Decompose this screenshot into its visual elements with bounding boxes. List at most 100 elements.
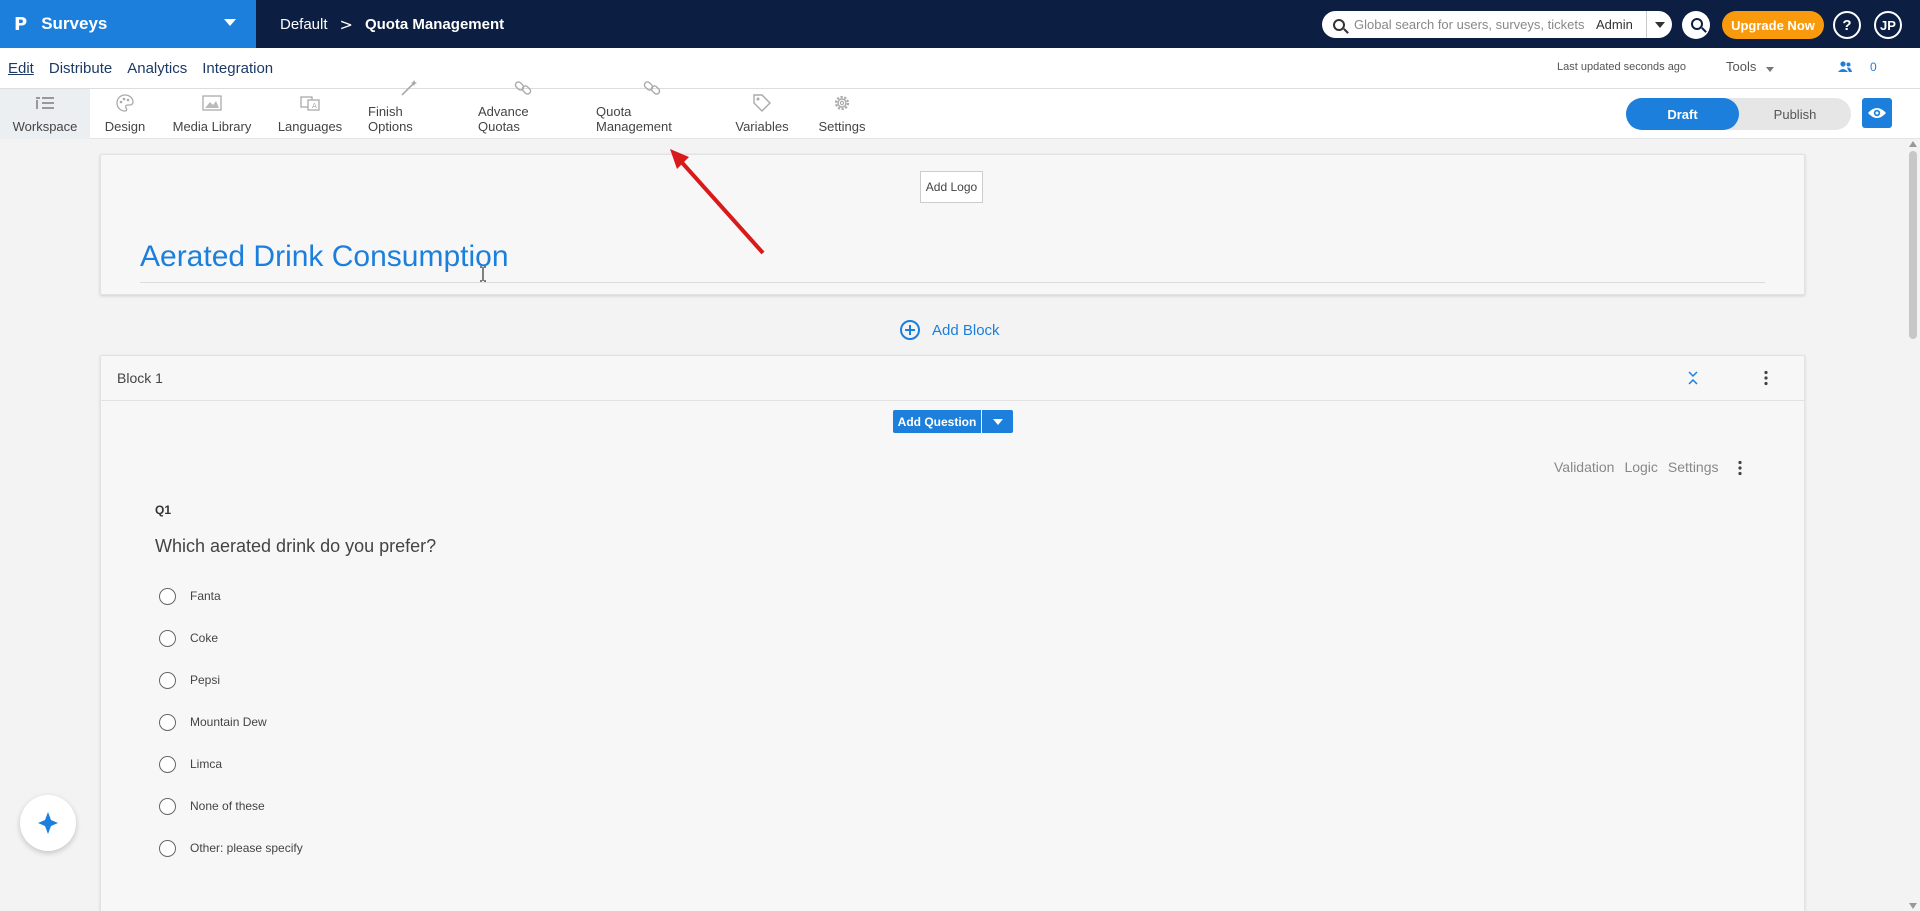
tool-advance-quotas[interactable]: Advance Quotas [478, 81, 568, 139]
nav-edit[interactable]: Edit [8, 60, 34, 77]
tools-menu[interactable]: Tools [1726, 59, 1756, 74]
radio-button[interactable] [159, 839, 176, 857]
option-label[interactable]: Mountain Dew [190, 715, 267, 729]
radio-button[interactable] [159, 713, 176, 731]
nav-analytics[interactable]: Analytics [127, 60, 187, 77]
tool-settings[interactable]: Settings [816, 89, 868, 139]
ai-assistant-button[interactable] [20, 795, 76, 851]
global-search: Global search for users, surveys, ticket… [1322, 11, 1672, 38]
option-label[interactable]: Pepsi [190, 673, 220, 687]
radio-button[interactable] [159, 587, 176, 605]
tool-label: Design [104, 119, 146, 134]
list-item: Limca [159, 743, 303, 785]
list-item: Fanta [159, 575, 303, 617]
scroll-up-arrow-icon[interactable] [1909, 141, 1917, 147]
eye-icon [1868, 108, 1886, 118]
scrollbar-thumb[interactable] [1909, 151, 1917, 339]
sub-navigation: Edit Distribute Analytics Integration La… [0, 48, 1920, 89]
plus-circle-icon [900, 320, 920, 340]
list-item: Mountain Dew [159, 701, 303, 743]
breadcrumb: Default > Quota Management [280, 0, 504, 48]
chevron-down-icon [1766, 67, 1774, 72]
avatar[interactable]: JP [1874, 11, 1902, 39]
radio-button[interactable] [159, 671, 176, 689]
product-switcher[interactable]: P Surveys [0, 0, 256, 48]
option-label[interactable]: Coke [190, 631, 218, 645]
upgrade-button[interactable]: Upgrade Now [1722, 11, 1824, 39]
validation-link[interactable]: Validation [1554, 459, 1614, 475]
add-question-split-button: Add Question [893, 410, 1013, 433]
add-question-dropdown[interactable] [982, 410, 1013, 433]
option-label[interactable]: Other: please specify [190, 841, 303, 855]
search-scope-dropdown[interactable] [1646, 11, 1672, 38]
nav-integration[interactable]: Integration [202, 60, 273, 77]
radio-button[interactable] [159, 797, 176, 815]
block-title[interactable]: Block 1 [117, 370, 163, 386]
tool-label: Workspace [12, 119, 78, 134]
palette-icon [115, 94, 135, 112]
workspace-icon [35, 94, 55, 112]
gear-icon [832, 94, 852, 112]
tool-label: Advance Quotas [478, 104, 529, 134]
search-icon [1333, 18, 1345, 31]
product-name: Surveys [41, 14, 108, 33]
collapse-icon[interactable] [1687, 370, 1699, 386]
scroll-down-arrow-icon[interactable] [1909, 903, 1917, 909]
kebab-menu-icon[interactable] [1763, 370, 1769, 386]
tool-workspace[interactable]: Workspace [0, 89, 90, 139]
tool-variables[interactable]: Variables [734, 89, 790, 139]
add-logo-button[interactable]: Add Logo [920, 171, 983, 203]
text-cursor-icon [480, 266, 486, 282]
breadcrumb-separator: > [339, 14, 353, 34]
search-input[interactable]: Global search for users, surveys, ticket… [1354, 17, 1586, 32]
tool-quota-management[interactable]: Quota Management [596, 81, 708, 139]
option-label[interactable]: Fanta [190, 589, 221, 603]
draft-publish-toggle: Draft Publish [1626, 98, 1851, 130]
question-settings-link[interactable]: Settings [1668, 459, 1719, 475]
quota-link-icon [513, 79, 533, 97]
list-item: Pepsi [159, 659, 303, 701]
global-search-button[interactable] [1682, 11, 1710, 39]
publish-button[interactable]: Publish [1739, 98, 1851, 130]
breadcrumb-workspace[interactable]: Default [280, 16, 328, 33]
list-item: None of these [159, 785, 303, 827]
radio-button[interactable] [159, 755, 176, 773]
tool-label: Variables [735, 119, 789, 134]
collaborators-count: 0 [1870, 60, 1877, 74]
tag-icon [752, 94, 772, 112]
last-updated-status: Last updated seconds ago [1557, 61, 1687, 73]
kebab-menu-icon[interactable] [1737, 460, 1743, 476]
add-block-button[interactable]: Add Block [900, 320, 1000, 340]
brand-logo-icon: P [14, 13, 28, 35]
radio-button[interactable] [159, 629, 176, 647]
users-icon[interactable] [1838, 61, 1852, 73]
title-divider [140, 282, 1765, 283]
logic-link[interactable]: Logic [1624, 459, 1657, 475]
tool-languages[interactable]: A Languages [275, 89, 345, 139]
tool-label: Finish Options [368, 104, 413, 134]
top-bar: P Surveys Default > Quota Management Glo… [0, 0, 1920, 48]
quota-link-icon [642, 79, 662, 97]
tool-finish-options[interactable]: Finish Options [368, 80, 450, 139]
option-label[interactable]: Limca [190, 757, 222, 771]
help-button[interactable]: ? [1833, 11, 1861, 39]
survey-title[interactable]: Aerated Drink Consumption [140, 240, 509, 274]
image-icon [202, 94, 222, 112]
tool-design[interactable]: Design [96, 89, 154, 139]
vertical-scrollbar[interactable] [1906, 139, 1920, 911]
list-item: Coke [159, 617, 303, 659]
add-block-label: Add Block [932, 321, 1000, 339]
nav-distribute[interactable]: Distribute [49, 60, 112, 77]
question-text[interactable]: Which aerated drink do you prefer? [155, 536, 436, 557]
search-scope-label: Admin [1596, 17, 1633, 32]
preview-button[interactable] [1862, 98, 1892, 128]
tool-media-library[interactable]: Media Library [168, 89, 256, 139]
add-question-button[interactable]: Add Question [893, 410, 981, 433]
breadcrumb-current: Quota Management [364, 15, 505, 33]
option-label[interactable]: None of these [190, 799, 265, 813]
answer-options: Fanta Coke Pepsi Mountain Dew Limca None… [159, 575, 303, 869]
chevron-down-icon [224, 19, 236, 26]
search-icon [1691, 18, 1703, 30]
magic-wand-icon [399, 79, 419, 97]
draft-button[interactable]: Draft [1626, 98, 1739, 130]
